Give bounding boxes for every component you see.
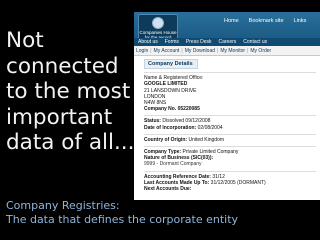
header-links: Home Bookmark site Links bbox=[224, 18, 306, 24]
status-value: Dissolved 09/12/2008 bbox=[162, 118, 211, 125]
separator: | bbox=[217, 47, 219, 54]
subnav-my-account[interactable]: My Account bbox=[154, 48, 180, 54]
headline-line: data of all... bbox=[6, 130, 135, 155]
companies-house-screenshot: Companies House for the record Home Book… bbox=[134, 12, 320, 200]
caption-line: Company Registries: bbox=[6, 199, 120, 212]
headline-line: Not bbox=[6, 28, 44, 53]
accounting-reference-label: Accounting Reference Date: bbox=[144, 173, 211, 180]
header-link-home[interactable]: Home bbox=[224, 18, 239, 24]
header-link-bookmark[interactable]: Bookmark site bbox=[249, 18, 284, 24]
incorporation-value: 02/08/2004 bbox=[197, 124, 223, 131]
subnav-my-download[interactable]: My Download bbox=[185, 48, 215, 54]
nature-of-business-value: 9999 - Dormant Company bbox=[144, 161, 202, 168]
nav-careers[interactable]: Careers bbox=[218, 39, 236, 45]
slide-headline: Not connected to the most important data… bbox=[6, 28, 136, 156]
seal-icon bbox=[152, 17, 164, 29]
nav-forms[interactable]: Forms bbox=[165, 39, 179, 45]
company-details-panel: Company Details Name & Registered Office… bbox=[134, 56, 320, 192]
company-type-label: Company Type: bbox=[144, 149, 182, 156]
company-type-block: Company Type: Private Limited Company Na… bbox=[144, 146, 316, 168]
company-number-label: Company No. bbox=[144, 106, 177, 113]
origin-value: United Kingdom bbox=[188, 136, 225, 143]
subnav-my-order[interactable]: My Order bbox=[250, 48, 271, 54]
registered-office-block: Name & Registered Office: GOOGLE LIMITED… bbox=[144, 72, 316, 112]
main-nav: About us Forms Press Desk Careers Contac… bbox=[134, 38, 320, 46]
caption-line: The data that defines the corporate enti… bbox=[6, 213, 239, 226]
separator: | bbox=[150, 47, 152, 54]
last-accounts-value: 31/12/2005 bbox=[210, 179, 236, 186]
origin-row: Country of Origin: United Kingdom bbox=[144, 137, 316, 143]
company-number: 05220085 bbox=[177, 106, 200, 113]
header-link-links[interactable]: Links bbox=[294, 18, 307, 24]
panel-title: Company Details bbox=[144, 59, 198, 70]
nav-about-us[interactable]: About us bbox=[138, 39, 158, 45]
headline-line: important bbox=[6, 104, 113, 130]
slide-caption: Company Registries: The data that define… bbox=[6, 199, 318, 227]
incorporation-label: Date of Incorporation: bbox=[144, 124, 197, 131]
company-type-value: Private Limited Company bbox=[182, 149, 239, 156]
last-accounts-status: (DORMANT) bbox=[237, 179, 266, 186]
account-nav: Login | My Account | My Download | My Monit… bbox=[134, 46, 320, 56]
status-block: Status: Dissolved 09/12/2008 Date of Inc… bbox=[144, 115, 316, 131]
nav-contact-us[interactable]: Contact us bbox=[243, 39, 267, 45]
last-accounts-label: Last Accounts Made Up To: bbox=[144, 179, 210, 186]
next-accounts-label: Next Accounts Due: bbox=[144, 186, 192, 193]
headline-line: to the most bbox=[6, 79, 131, 104]
company-number-row: Company No. 05220085 bbox=[144, 106, 316, 112]
origin-label: Country of Origin: bbox=[144, 136, 188, 143]
headline-line: connected bbox=[6, 53, 119, 79]
separator: | bbox=[181, 47, 183, 54]
status-label: Status: bbox=[144, 118, 161, 125]
subnav-my-monitor[interactable]: My Monitor bbox=[220, 48, 245, 54]
subnav-login[interactable]: Login bbox=[136, 48, 148, 54]
accounts-block: Accounting Reference Date: 31/12 Last Ac… bbox=[144, 170, 316, 193]
separator: | bbox=[247, 47, 249, 54]
incorporation-row: Date of Incorporation: 02/08/2004 bbox=[144, 125, 316, 131]
nav-press-desk[interactable]: Press Desk bbox=[186, 39, 212, 45]
accounting-reference-value: 31/12 bbox=[212, 173, 225, 180]
origin-block: Country of Origin: United Kingdom bbox=[144, 133, 316, 143]
site-header: Companies House for the record Home Book… bbox=[134, 12, 320, 46]
